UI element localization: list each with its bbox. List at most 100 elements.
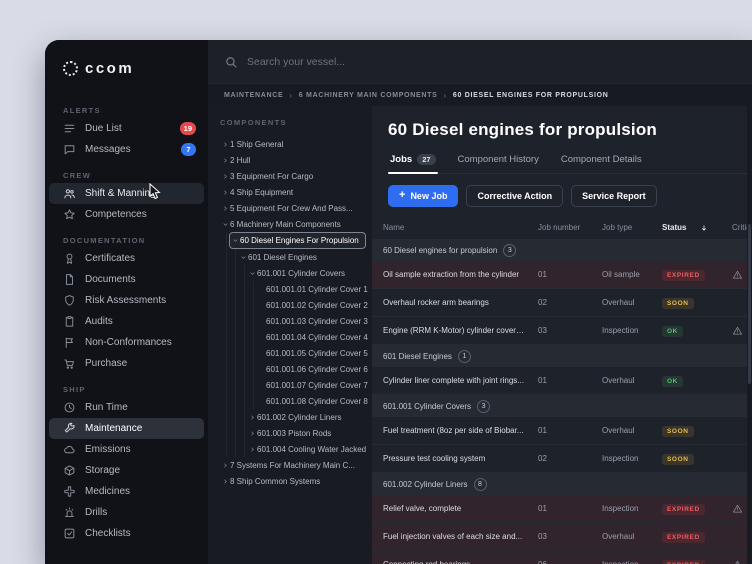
table-group-row-60-diesel-engines-for-propulsion[interactable]: 60 Diesel engines for propulsion3 bbox=[372, 239, 752, 261]
job-name: Connecting rod bearings bbox=[372, 560, 530, 564]
status-cell: SOON bbox=[652, 425, 714, 437]
sidebar-item-medicines[interactable]: Medicines bbox=[49, 481, 204, 502]
search-input[interactable] bbox=[247, 56, 736, 68]
tree-item-601-004-cooling-water-jacked[interactable]: 601.004 Cooling Water Jacked bbox=[247, 441, 372, 457]
new-job-button[interactable]: +New Job bbox=[388, 185, 458, 207]
sidebar-item-label: Run Time bbox=[85, 402, 196, 413]
tree-item-601-001-01-cylinder-cover-1[interactable]: 601.001.01 Cylinder Cover 1 bbox=[256, 281, 372, 297]
tree-item-601-001-07-cylinder-cover-7[interactable]: 601.001.07 Cylinder Cover 7 bbox=[256, 377, 372, 393]
sidebar-item-drills[interactable]: Drills bbox=[49, 502, 204, 523]
column-header-job-type[interactable]: Job type bbox=[592, 223, 652, 232]
job-number: 06 bbox=[530, 560, 592, 564]
table-row-pressure-test-cooling-system[interactable]: Pressure test cooling system02Inspection… bbox=[372, 445, 752, 473]
tree-item-601-001-06-cylinder-cover-6[interactable]: 601.001.06 Cylinder Cover 6 bbox=[256, 361, 372, 377]
tree-item-601-003-piston-rods[interactable]: 601.003 Piston Rods bbox=[247, 425, 372, 441]
table-row-relief-valve-complete[interactable]: Relief valve, complete01InspectionEXPIRE… bbox=[372, 495, 752, 523]
chevron-down-icon[interactable] bbox=[230, 237, 240, 244]
tree-item-60-diesel-engines-for-propulsion[interactable]: 60 Diesel Engines For Propulsion bbox=[229, 232, 366, 249]
tree-item-601-001-08-cylinder-cover-8[interactable]: 601.001.08 Cylinder Cover 8 bbox=[256, 393, 372, 409]
table-row-cylinder-liner-complete-with-joint-rings[interactable]: Cylinder liner complete with joint rings… bbox=[372, 367, 752, 395]
table-row-engine-rrm-k-motor-cylinder-covers[interactable]: Engine (RRM K-Motor) cylinder covers...0… bbox=[372, 317, 752, 345]
breadcrumb-item[interactable]: 6 MACHINERY MAIN COMPONENTS bbox=[299, 92, 438, 99]
sidebar-item-risk-assessments[interactable]: Risk Assessments bbox=[49, 290, 204, 311]
sidebar-item-shift-manning[interactable]: Shift & Manning bbox=[49, 183, 204, 204]
chevron-right-icon[interactable] bbox=[220, 157, 230, 164]
table-row-fuel-injection-valves-of-each-size-and[interactable]: Fuel injection valves of each size and..… bbox=[372, 523, 752, 551]
status-cell: OK bbox=[652, 375, 714, 387]
tree-item-8-ship-common-systems[interactable]: 8 Ship Common Systems bbox=[220, 473, 372, 489]
chevron-down-icon[interactable] bbox=[247, 270, 257, 277]
status-badge: EXPIRED bbox=[662, 560, 705, 564]
sidebar-item-audits[interactable]: Audits bbox=[49, 311, 204, 332]
table-row-connecting-rod-bearings[interactable]: Connecting rod bearings06InspectionEXPIR… bbox=[372, 551, 752, 564]
breadcrumb-item[interactable]: MAINTENANCE bbox=[224, 92, 283, 99]
tree-item-601-002-cylinder-liners[interactable]: 601.002 Cylinder Liners bbox=[247, 409, 372, 425]
service-report-button[interactable]: Service Report bbox=[571, 185, 657, 207]
sidebar-item-messages[interactable]: Messages7 bbox=[49, 139, 204, 160]
cloud-icon bbox=[63, 443, 76, 456]
sidebar-item-purchase[interactable]: Purchase bbox=[49, 353, 204, 374]
chevron-down-icon[interactable] bbox=[220, 221, 230, 228]
job-number: 02 bbox=[530, 298, 592, 307]
tree-item-5-equipment-for-crew-and-pass[interactable]: 5 Equipment For Crew And Pass... bbox=[220, 200, 372, 216]
scrollbar[interactable] bbox=[747, 106, 752, 564]
table-row-oil-sample-extraction-from-the-cylinder[interactable]: Oil sample extraction from the cylinder0… bbox=[372, 261, 752, 289]
scrollbar-thumb[interactable] bbox=[748, 224, 751, 384]
job-type: Overhaul bbox=[592, 426, 652, 435]
chevron-right-icon[interactable] bbox=[220, 189, 230, 196]
tree-item-601-diesel-engines[interactable]: 601 Diesel Engines bbox=[238, 249, 372, 265]
column-header-name[interactable]: Name bbox=[372, 223, 530, 232]
tab-label: Jobs bbox=[390, 154, 412, 165]
chevron-right-icon[interactable] bbox=[220, 205, 230, 212]
siren-icon bbox=[63, 506, 76, 519]
tree-item-4-ship-equipment[interactable]: 4 Ship Equipment bbox=[220, 184, 372, 200]
sidebar-item-emissions[interactable]: Emissions bbox=[49, 439, 204, 460]
sidebar-item-label: Checklists bbox=[85, 528, 196, 539]
tab-component-history[interactable]: Component History bbox=[456, 152, 541, 173]
sidebar-item-storage[interactable]: Storage bbox=[49, 460, 204, 481]
tree-item-601-001-05-cylinder-cover-5[interactable]: 601.001.05 Cylinder Cover 5 bbox=[256, 345, 372, 361]
status-badge: EXPIRED bbox=[662, 504, 705, 515]
table-group-row-601-001-cylinder-covers[interactable]: 601.001 Cylinder Covers3 bbox=[372, 395, 752, 417]
chevron-right-icon[interactable] bbox=[220, 141, 230, 148]
breadcrumb-separator: › bbox=[289, 91, 292, 100]
chevron-right-icon[interactable] bbox=[220, 478, 230, 485]
breadcrumb-item[interactable]: 60 DIESEL ENGINES FOR PROPULSION bbox=[453, 92, 609, 99]
tree-item-601-001-02-cylinder-cover-2[interactable]: 601.001.02 Cylinder Cover 2 bbox=[256, 297, 372, 313]
chevron-right-icon[interactable] bbox=[247, 414, 257, 421]
tree-item-1-ship-general[interactable]: 1 Ship General bbox=[220, 136, 372, 152]
sidebar-item-label: Shift & Manning bbox=[85, 188, 196, 199]
tree-children: 601 Diesel Engines601.001 Cylinder Cover… bbox=[235, 249, 372, 457]
sidebar-item-due-list[interactable]: Due List19 bbox=[49, 118, 204, 139]
sidebar-item-maintenance[interactable]: Maintenance bbox=[49, 418, 204, 439]
chevron-right-icon[interactable] bbox=[247, 430, 257, 437]
column-header-job-number[interactable]: Job number bbox=[530, 223, 592, 232]
tab-component-details[interactable]: Component Details bbox=[559, 152, 644, 173]
status-badge: SOON bbox=[662, 454, 694, 465]
tree-item-601-001-cylinder-covers[interactable]: 601.001 Cylinder Covers bbox=[247, 265, 372, 281]
table-group-row-601-diesel-engines[interactable]: 601 Diesel Engines1 bbox=[372, 345, 752, 367]
tab-jobs[interactable]: Jobs27 bbox=[388, 152, 438, 173]
tree-item-2-hull[interactable]: 2 Hull bbox=[220, 152, 372, 168]
tree-item-6-machinery-main-components[interactable]: 6 Machinery Main Components bbox=[220, 216, 372, 232]
tree-item-601-001-04-cylinder-cover-4[interactable]: 601.001.04 Cylinder Cover 4 bbox=[256, 329, 372, 345]
tree-item-3-equipment-for-cargo[interactable]: 3 Equipment For Cargo bbox=[220, 168, 372, 184]
tree-item-601-001-03-cylinder-cover-3[interactable]: 601.001.03 Cylinder Cover 3 bbox=[256, 313, 372, 329]
table-group-row-601-002-cylinder-liners[interactable]: 601.002 Cylinder Liners8 bbox=[372, 473, 752, 495]
corrective-action-button[interactable]: Corrective Action bbox=[466, 185, 563, 207]
chevron-down-icon[interactable] bbox=[238, 254, 248, 261]
tree-item-7-systems-for-machinery-main-c[interactable]: 7 Systems For Machinery Main C... bbox=[220, 457, 372, 473]
sidebar-item-competences[interactable]: Competences bbox=[49, 204, 204, 225]
sidebar-item-certificates[interactable]: Certificates bbox=[49, 248, 204, 269]
column-header-status[interactable]: Status bbox=[652, 223, 714, 232]
chevron-right-icon[interactable] bbox=[220, 462, 230, 469]
table-row-fuel-treatment-8oz-per-side-of-biobar[interactable]: Fuel treatment (8oz per side of Biobar..… bbox=[372, 417, 752, 445]
chevron-right-icon[interactable] bbox=[220, 173, 230, 180]
sidebar-item-checklists[interactable]: Checklists bbox=[49, 523, 204, 544]
chevron-right-icon[interactable] bbox=[247, 446, 257, 453]
sidebar-item-documents[interactable]: Documents bbox=[49, 269, 204, 290]
table-row-overhaul-rocker-arm-bearings[interactable]: Overhaul rocker arm bearings02OverhaulSO… bbox=[372, 289, 752, 317]
sidebar-item-non-conformances[interactable]: Non-Conformances bbox=[49, 332, 204, 353]
group-name: 601 Diesel Engines bbox=[372, 352, 452, 361]
sidebar-item-run-time[interactable]: Run Time bbox=[49, 397, 204, 418]
